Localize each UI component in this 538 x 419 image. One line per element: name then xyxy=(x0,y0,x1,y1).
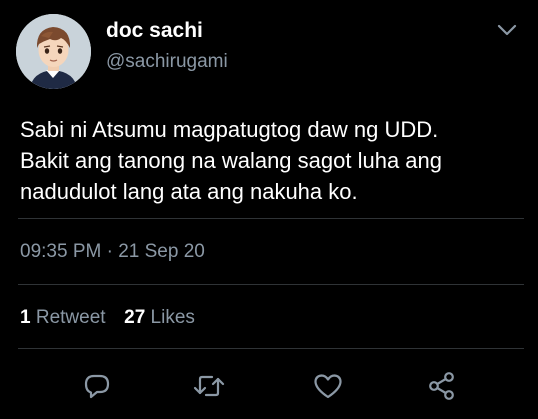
like-icon xyxy=(314,374,342,399)
reply-button[interactable] xyxy=(80,369,114,403)
reply-icon xyxy=(84,374,110,399)
tweet-timestamp[interactable]: 09:35 PM · 21 Sep 20 xyxy=(20,241,205,263)
tweet-detail: doc sachi @sachirugami Sabi ni Atsumu ma… xyxy=(0,0,538,419)
anime-character-avatar-icon xyxy=(16,14,91,89)
retweet-button[interactable] xyxy=(192,369,226,403)
retweet-icon xyxy=(193,375,225,397)
divider xyxy=(18,218,524,219)
tweet-text-line: Sabi ni Atsumu magpatugtog daw ng UDD. xyxy=(20,117,439,142)
retweet-count: 1 xyxy=(20,307,31,328)
tweet-text: Sabi ni Atsumu magpatugtog daw ng UDD. B… xyxy=(20,114,520,207)
retweet-stat[interactable]: 1 Retweet xyxy=(20,307,106,328)
likes-count: 27 xyxy=(124,307,146,328)
retweet-label: Retweet xyxy=(35,307,106,328)
share-button[interactable] xyxy=(425,369,459,403)
tweet-text-line: Bakit ang tanong na walang sagot luha an… xyxy=(20,148,442,173)
display-name[interactable]: doc sachi xyxy=(106,19,203,43)
like-button[interactable] xyxy=(311,369,345,403)
avatar[interactable] xyxy=(16,14,91,89)
tweet-text-line: nadudulot lang ata ang nakuha ko. xyxy=(20,179,358,204)
user-handle[interactable]: @sachirugami xyxy=(106,51,228,73)
likes-stat[interactable]: 27 Likes xyxy=(124,307,195,328)
share-icon xyxy=(429,372,454,400)
chevron-down-icon[interactable] xyxy=(496,22,518,38)
likes-label: Likes xyxy=(150,307,195,328)
tweet-stats: 1 Retweet 27 Likes xyxy=(20,307,195,329)
divider xyxy=(18,348,524,349)
divider xyxy=(18,284,524,285)
